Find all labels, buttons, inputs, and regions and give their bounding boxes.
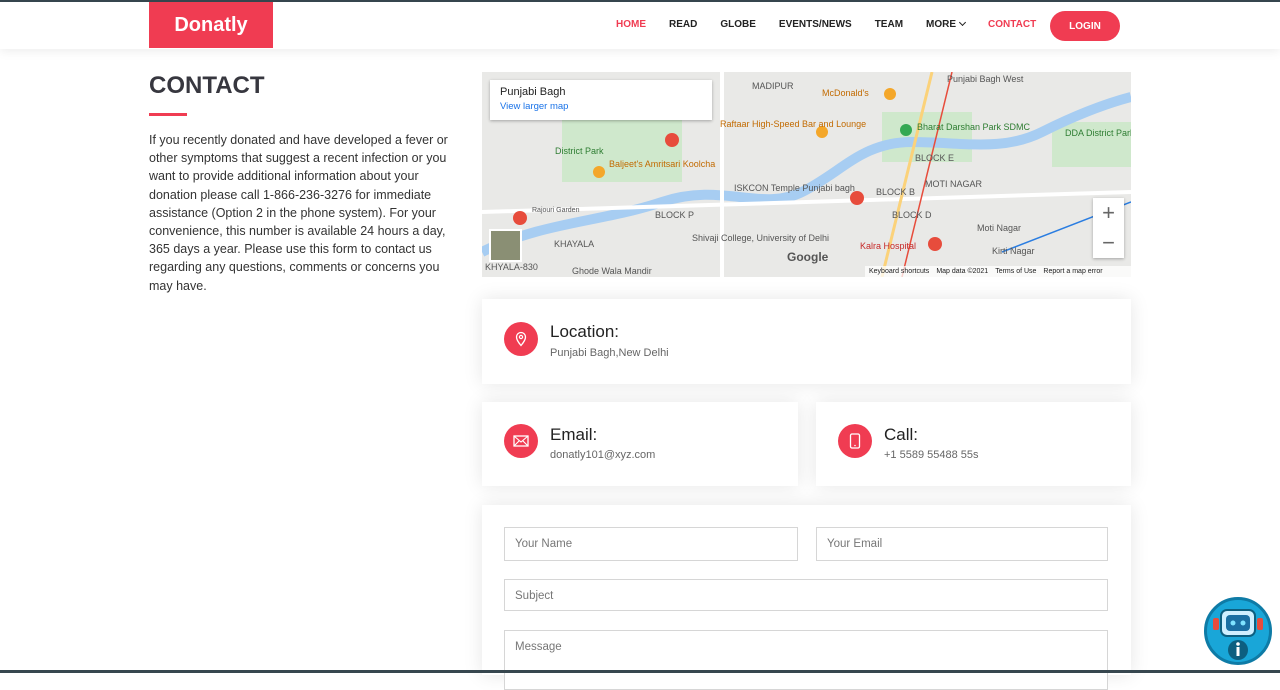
map-label: MADIPUR xyxy=(752,81,794,91)
map-label: KHYALA-830 xyxy=(485,262,538,272)
terms-link[interactable]: Terms of Use xyxy=(995,268,1036,275)
message-textarea[interactable]: Message xyxy=(504,630,1108,690)
map-pin-icon xyxy=(504,322,538,356)
nav-home[interactable]: HOME xyxy=(616,19,646,30)
map-label: KHAYALA xyxy=(554,239,594,249)
name-input[interactable]: Your Name xyxy=(504,527,798,561)
map-footer: Keyboard shortcuts Map data ©2021 Terms … xyxy=(865,266,1131,277)
nav-more-label: MORE xyxy=(926,19,957,30)
map-label: McDonald's xyxy=(822,88,869,98)
map-label: Punjabi Bagh West xyxy=(947,74,1024,84)
map-label: Raftaar High-Speed Bar and Lounge xyxy=(720,119,866,129)
site-header: Donatly HOME READ GLOBE EVENTS/NEWS TEAM… xyxy=(0,2,1280,49)
page-title: CONTACT xyxy=(149,72,265,99)
chevron-down-icon xyxy=(959,18,967,27)
chatbot-icon[interactable] xyxy=(1204,597,1272,665)
map-embed[interactable]: MADIPUR McDonald's Punjabi Bagh West Bha… xyxy=(482,72,1131,277)
location-title: Location: xyxy=(550,322,619,341)
restaurant-marker-icon[interactable] xyxy=(593,166,605,178)
main-nav: HOME READ GLOBE EVENTS/NEWS TEAM MORE CO… xyxy=(616,18,1059,30)
map-label: BLOCK D xyxy=(892,210,932,220)
contact-form: Your Name Your Email Subject Message xyxy=(482,505,1131,690)
hospital-marker-icon[interactable] xyxy=(513,211,527,225)
email-input[interactable]: Your Email xyxy=(816,527,1108,561)
call-value[interactable]: +1 5589 55488 55s xyxy=(884,449,979,461)
satellite-toggle[interactable] xyxy=(489,229,522,262)
map-label: DDA District Park Swatantra Bharat Mills xyxy=(1065,128,1131,138)
map-label: Moti Nagar xyxy=(977,223,1021,233)
subject-input[interactable]: Subject xyxy=(504,579,1108,611)
map-label: BLOCK P xyxy=(655,210,694,220)
map-label: Rajouri Garden xyxy=(532,207,580,214)
nav-more[interactable]: MORE xyxy=(926,18,967,30)
map-label: BLOCK E xyxy=(915,153,954,163)
login-button[interactable]: LOGIN xyxy=(1050,11,1120,41)
view-larger-map-link[interactable]: View larger map xyxy=(500,101,702,112)
call-card: Call: +1 5589 55488 55s xyxy=(816,402,1131,486)
map-label: District Park xyxy=(555,146,604,156)
location-card: Location: Punjabi Bagh,New Delhi xyxy=(482,299,1131,384)
email-card: Email: donatly101@xyz.com xyxy=(482,402,798,486)
hospital-marker-icon[interactable] xyxy=(665,133,679,147)
location-value: Punjabi Bagh,New Delhi xyxy=(550,347,669,359)
map-label: Shivaji College, University of Delhi xyxy=(692,233,829,243)
google-logo: Google xyxy=(787,250,829,264)
keyboard-shortcuts-link[interactable]: Keyboard shortcuts xyxy=(869,268,929,275)
nav-globe[interactable]: GLOBE xyxy=(720,19,756,30)
title-underline xyxy=(149,113,187,116)
map-label: Kalra Hospital xyxy=(860,241,916,251)
zoom-out-button[interactable]: − xyxy=(1093,228,1124,258)
map-label: ISKCON Temple Punjabi bagh xyxy=(734,183,855,193)
nav-read[interactable]: READ xyxy=(669,19,697,30)
map-label: BLOCK B xyxy=(876,187,915,197)
contact-description: If you recently donated and have develop… xyxy=(149,133,448,293)
logo[interactable]: Donatly xyxy=(149,2,273,48)
map-data-text: Map data ©2021 xyxy=(936,268,989,275)
map-label: Baljeet's Amritsari Koolcha xyxy=(609,159,715,169)
map-label: Bharat Darshan Park SDMC xyxy=(917,122,1031,132)
zoom-in-button[interactable]: + xyxy=(1093,198,1124,228)
envelope-icon xyxy=(504,424,538,458)
map-label: Kirti Nagar xyxy=(992,246,1035,256)
hospital-marker-icon[interactable] xyxy=(928,237,942,251)
hospital-marker-icon[interactable] xyxy=(850,191,864,205)
nav-team[interactable]: TEAM xyxy=(875,19,903,30)
restaurant-marker-icon[interactable] xyxy=(884,88,896,100)
phone-icon xyxy=(838,424,872,458)
map-label: MOTI NAGAR xyxy=(925,179,983,189)
map-place-name: Punjabi Bagh xyxy=(500,86,566,98)
email-value[interactable]: donatly101@xyz.com xyxy=(550,449,655,461)
email-title: Email: xyxy=(550,425,598,444)
map-label: Ghode Wala Mandir xyxy=(572,266,652,276)
nav-contact[interactable]: CONTACT xyxy=(988,19,1036,30)
report-error-link[interactable]: Report a map error xyxy=(1043,268,1102,275)
nav-events-news[interactable]: EVENTS/NEWS xyxy=(779,19,852,30)
map-place-card: Punjabi Bagh View larger map xyxy=(490,80,712,120)
call-title: Call: xyxy=(884,425,919,444)
park-marker-icon[interactable] xyxy=(900,124,912,136)
zoom-controls: + − xyxy=(1093,198,1124,258)
